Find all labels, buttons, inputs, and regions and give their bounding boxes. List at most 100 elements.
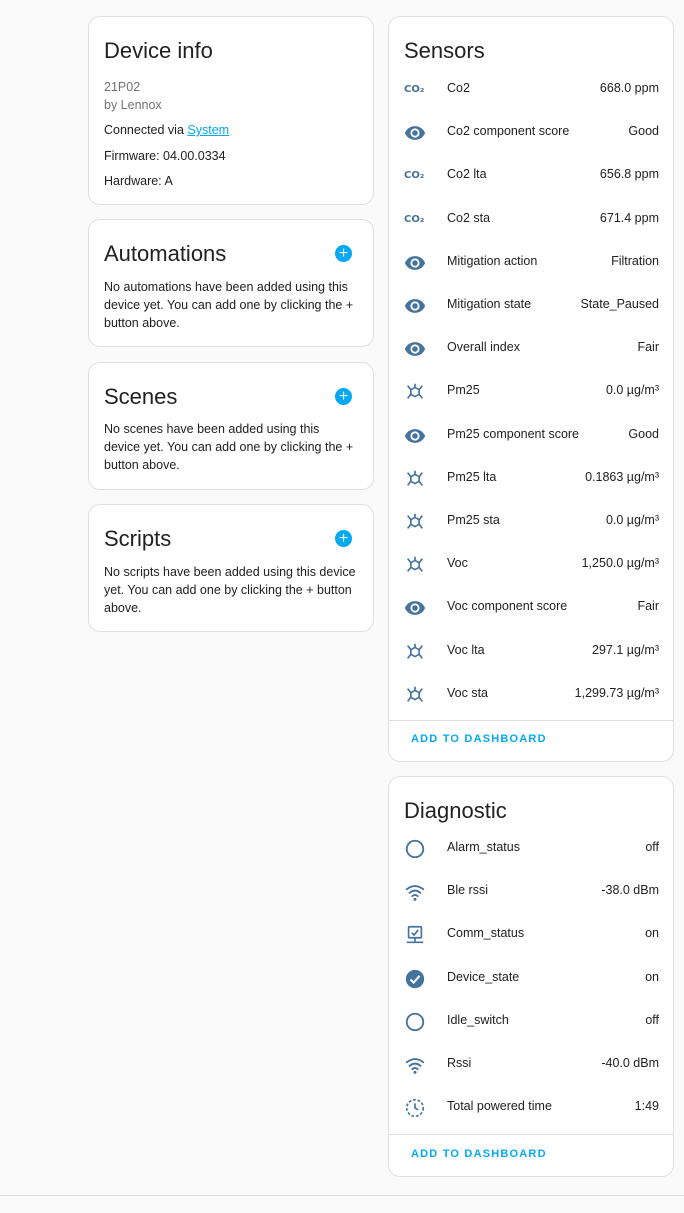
diagnostic-add-to-dashboard-button[interactable]: ADD TO DASHBOARD — [411, 1148, 547, 1160]
automations-title: Automations — [104, 241, 227, 266]
device-info-card: Device info 21P02 by Lennox Connected vi… — [88, 16, 374, 205]
entity-row[interactable]: CO₂ Co2 668.0 ppm — [389, 69, 673, 112]
diagnostic-card: Diagnostic Alarm_status off Ble rssi -38.0 … — [388, 776, 674, 1177]
molecule-icon — [404, 381, 426, 403]
automations-description: No automations have been added using thi… — [104, 280, 354, 330]
entity-value: -38.0 dBm — [601, 883, 659, 898]
circle-outline-icon — [404, 1011, 426, 1033]
entity-value: Good — [628, 124, 659, 139]
entity-row[interactable]: Rssi -40.0 dBm — [389, 1044, 673, 1087]
scripts-title: Scripts — [104, 526, 172, 551]
entity-name: Total powered time — [447, 1099, 552, 1114]
connected-via: Connected via System — [104, 123, 229, 137]
entity-value: -40.0 dBm — [601, 1056, 659, 1070]
device-manufacturer: by Lennox — [104, 98, 162, 112]
molecule-icon — [404, 684, 426, 706]
entity-value: Fair — [637, 340, 659, 355]
sensors-card: Sensors CO₂ Co2 668.0 ppm Co2 component sco… — [388, 16, 674, 762]
add-automation-button[interactable]: + — [335, 245, 352, 262]
eye-icon — [404, 252, 426, 274]
entity-value: 0.1863 µg/m³ — [585, 469, 659, 484]
entity-name: Co2 sta — [447, 210, 491, 225]
entity-name: Voc component score — [447, 599, 568, 614]
entity-name: Alarm_status — [447, 840, 520, 854]
entity-row[interactable]: Mitigation action Filtration — [389, 242, 673, 285]
sensors-divider — [389, 720, 673, 721]
molecule-icon — [404, 511, 426, 533]
wifi-icon — [404, 1054, 426, 1076]
co2-icon: CO₂ — [404, 213, 425, 225]
entity-value: 297.1 µg/m³ — [592, 642, 659, 657]
entity-row[interactable]: Voc sta 1,299.73 µg/m³ — [389, 674, 673, 717]
firmware-version: Firmware: 04.00.0334 — [104, 149, 226, 163]
check-circle-icon — [404, 968, 426, 990]
entity-name: Pm25 component score — [447, 426, 580, 441]
entity-value: on — [645, 969, 659, 984]
entity-row[interactable]: Mitigation state State_Paused — [389, 285, 673, 328]
connected-via-link[interactable]: System — [187, 123, 229, 137]
entity-value: 671.4 ppm — [599, 210, 659, 225]
entity-row[interactable]: Idle_switch off — [389, 1001, 673, 1044]
entity-row[interactable]: Pm25 sta 0.0 µg/m³ — [389, 501, 673, 544]
entity-value: 668.0 ppm — [599, 81, 659, 95]
entity-row[interactable]: Co2 component score Good — [389, 112, 673, 155]
scenes-title: Scenes — [104, 384, 178, 409]
hardware-version: Hardware: A — [104, 174, 173, 188]
add-script-button[interactable]: + — [335, 530, 352, 547]
entity-name: Ble rssi — [447, 883, 488, 898]
entity-name: Co2 component score — [447, 124, 570, 139]
entity-row[interactable]: Overall index Fair — [389, 328, 673, 371]
device-model: 21P02 — [104, 80, 141, 94]
entity-row[interactable]: Device_state on — [389, 958, 673, 1001]
device-info-title: Device info — [104, 38, 213, 63]
eye-icon — [404, 338, 426, 360]
diagnostic-divider — [389, 1134, 673, 1135]
entity-value: 0.0 µg/m³ — [605, 383, 659, 398]
entity-value: State_Paused — [580, 297, 659, 311]
entity-name: Overall index — [447, 340, 520, 355]
entity-row[interactable]: Pm25 component score Good — [389, 415, 673, 458]
sensors-title: Sensors — [404, 38, 485, 63]
entity-row[interactable]: Total powered time 1:49 — [389, 1087, 673, 1130]
sensors-add-to-dashboard-button[interactable]: ADD TO DASHBOARD — [411, 733, 547, 745]
entity-row[interactable]: Ble rssi -38.0 dBm — [389, 871, 673, 914]
entity-name: Pm25 — [447, 383, 480, 398]
entity-name: Voc sta — [447, 685, 488, 700]
entity-row[interactable]: Alarm_status off — [389, 828, 673, 871]
co2-icon: CO₂ — [404, 170, 425, 182]
co2-icon: CO₂ — [404, 84, 425, 95]
circle-outline-icon — [404, 838, 426, 860]
entity-row[interactable]: Voc 1,250.0 µg/m³ — [389, 544, 673, 587]
entity-value: on — [645, 926, 659, 941]
entity-value: Good — [628, 426, 659, 441]
entity-name: Co2 — [447, 81, 470, 95]
entity-value: off — [645, 1012, 659, 1027]
entity-name: Co2 lta — [447, 167, 487, 182]
entity-row[interactable]: Voc lta 297.1 µg/m³ — [389, 631, 673, 674]
entity-row[interactable]: Comm_status on — [389, 914, 673, 957]
entity-name: Comm_status — [447, 926, 525, 941]
eye-icon — [404, 295, 426, 317]
scripts-card: Scripts + No scripts have been added usi… — [88, 504, 374, 632]
entity-row[interactable]: Voc component score Fair — [389, 587, 673, 630]
entity-value: Fair — [637, 599, 659, 614]
entity-value: 1,250.0 µg/m³ — [581, 556, 659, 571]
eye-icon — [404, 425, 426, 447]
entity-row[interactable]: Pm25 lta 0.1863 µg/m³ — [389, 458, 673, 501]
entity-row[interactable]: Pm25 0.0 µg/m³ — [389, 371, 673, 414]
entity-name: Pm25 lta — [447, 469, 497, 484]
eye-icon — [404, 597, 426, 619]
diagnostic-title: Diagnostic — [404, 798, 507, 823]
molecule-icon — [404, 641, 426, 663]
entity-value: off — [645, 840, 659, 854]
entity-name: Voc — [447, 556, 468, 571]
entity-value: Filtration — [611, 253, 659, 268]
entity-row[interactable]: CO₂ Co2 lta 656.8 ppm — [389, 155, 673, 198]
add-scene-button[interactable]: + — [335, 388, 352, 405]
entity-name: Device_state — [447, 969, 520, 984]
monitor-check-icon — [404, 924, 426, 946]
entity-name: Voc lta — [447, 642, 485, 657]
entity-row[interactable]: CO₂ Co2 sta 671.4 ppm — [389, 199, 673, 242]
entity-value: 0.0 µg/m³ — [605, 513, 659, 527]
page-bottom-divider — [0, 1195, 684, 1196]
